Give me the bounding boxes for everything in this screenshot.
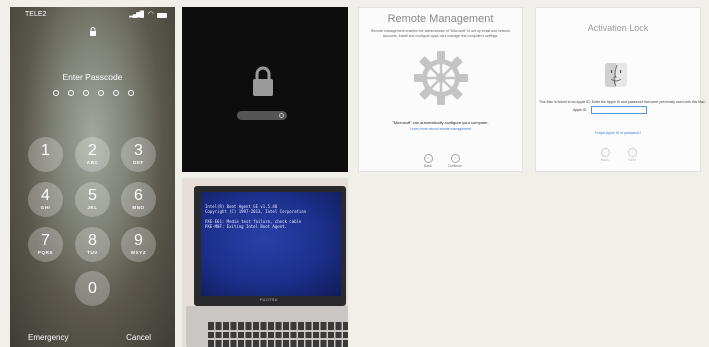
key-letters: PQRS [37, 250, 54, 255]
remote-management-screen: Remote Management Remote management enab… [358, 7, 523, 172]
page-title: Remote Management [387, 13, 494, 25]
cancel-button[interactable]: Cancel [126, 333, 151, 342]
next-button[interactable]: → Next [622, 148, 642, 162]
back-label: Back [424, 164, 432, 168]
key-digit: 2 [88, 142, 97, 159]
key-letters: ABC [86, 160, 99, 165]
signal-icon: ▂▄▆█ [129, 12, 144, 18]
description-text: This Mac is linked to an Apple ID. Enter… [539, 100, 706, 104]
laptop-photo: Intel(R) Boot Agent GE v1.5.40 Copyright… [182, 178, 348, 347]
apple-id-input[interactable] [591, 106, 647, 114]
passcode-dot [83, 90, 89, 96]
keyboard-row-gap [208, 338, 348, 340]
keypad-key-8[interactable]: 8 TUV [75, 227, 110, 262]
key-digit: 6 [134, 187, 143, 204]
lock-icon [90, 27, 96, 36]
finder-icon [605, 63, 627, 87]
key-letters: MNO [132, 205, 145, 210]
learn-more-link[interactable]: Learn more about remote management [359, 127, 522, 131]
key-digit: 5 [88, 187, 97, 204]
status-bar: TELE2 ▂▄▆█ ◠ [10, 10, 175, 22]
auto-configure-text: "Microsoft" can automatically configure … [392, 120, 489, 125]
passcode-dot [128, 90, 134, 96]
boot-screen: Intel(R) Boot Agent GE v1.5.40 Copyright… [201, 192, 341, 296]
laptop-brand-logo: FUJITSU [260, 298, 278, 302]
key-letters: WXYZ [130, 250, 147, 255]
boot-agent-text: Intel(R) Boot Agent GE v1.5.40 Copyright… [205, 204, 307, 229]
keypad-key-3[interactable]: 3 DEF [121, 137, 156, 172]
key-digit: 4 [41, 187, 50, 204]
keypad-key-1[interactable]: 1 [28, 137, 63, 172]
iphone-passcode-screen: TELE2 ▂▄▆█ ◠ Enter Passcode 1 2 ABC 3 DEF … [10, 7, 175, 347]
keyboard-row-gap [208, 330, 348, 332]
page-title: Activation Lock [587, 23, 649, 33]
continue-label: Continue [447, 164, 462, 168]
firmware-password-field[interactable] [237, 111, 287, 120]
battery-icon [157, 13, 167, 18]
key-digit: 0 [88, 280, 97, 297]
back-button[interactable]: ← Back [595, 148, 615, 162]
next-label: Next [628, 158, 636, 162]
key-digit: 8 [88, 232, 97, 249]
forgot-apple-id-link[interactable]: Forgot Apple ID or password? [536, 131, 700, 135]
apple-id-label: Apple ID [573, 108, 587, 112]
submit-arrow-icon[interactable] [279, 113, 284, 118]
keypad-key-4[interactable]: 4 GHI [28, 182, 63, 217]
key-digit: 9 [134, 232, 143, 249]
keypad-key-6[interactable]: 6 MNO [121, 182, 156, 217]
key-digit: 3 [134, 142, 143, 159]
passcode-dot [113, 90, 119, 96]
continue-button[interactable]: → Continue [445, 154, 465, 168]
keypad-key-7[interactable]: 7 PQRS [28, 227, 63, 262]
back-button[interactable]: ← Back [418, 154, 438, 168]
back-arrow-icon: ← [600, 148, 610, 157]
passcode-prompt: Enter Passcode [62, 72, 123, 82]
description-text: Remote management enables the administra… [370, 29, 511, 38]
passcode-dot [53, 90, 59, 96]
gear-icon [414, 51, 468, 105]
laptop-keyboard [208, 322, 348, 347]
passcode-dot [98, 90, 104, 96]
keypad-key-5[interactable]: 5 JKL [75, 182, 110, 217]
keypad-key-9[interactable]: 9 WXYZ [121, 227, 156, 262]
padlock-icon [253, 66, 273, 96]
key-letters: JKL [87, 205, 98, 210]
passcode-dots [53, 90, 134, 96]
key-letters: GHI [40, 205, 51, 210]
emergency-button[interactable]: Emergency [28, 333, 68, 342]
keypad-key-0[interactable]: 0 [75, 271, 110, 306]
keypad-key-2[interactable]: 2 ABC [75, 137, 110, 172]
firmware-lock-screen [182, 7, 348, 172]
carrier-label: TELE2 [25, 11, 47, 18]
activation-lock-screen: Activation Lock This Mac is linked to an… [535, 7, 706, 172]
key-digit: 7 [41, 232, 50, 249]
next-arrow-icon: → [627, 148, 637, 157]
back-label: Back [601, 158, 609, 162]
continue-arrow-icon: → [450, 154, 460, 163]
key-letters: DEF [133, 160, 144, 165]
back-arrow-icon: ← [423, 154, 433, 163]
passcode-dot [68, 90, 74, 96]
key-letters: TUV [87, 250, 98, 255]
wifi-icon: ◠ [147, 11, 154, 18]
key-digit: 1 [41, 142, 50, 159]
